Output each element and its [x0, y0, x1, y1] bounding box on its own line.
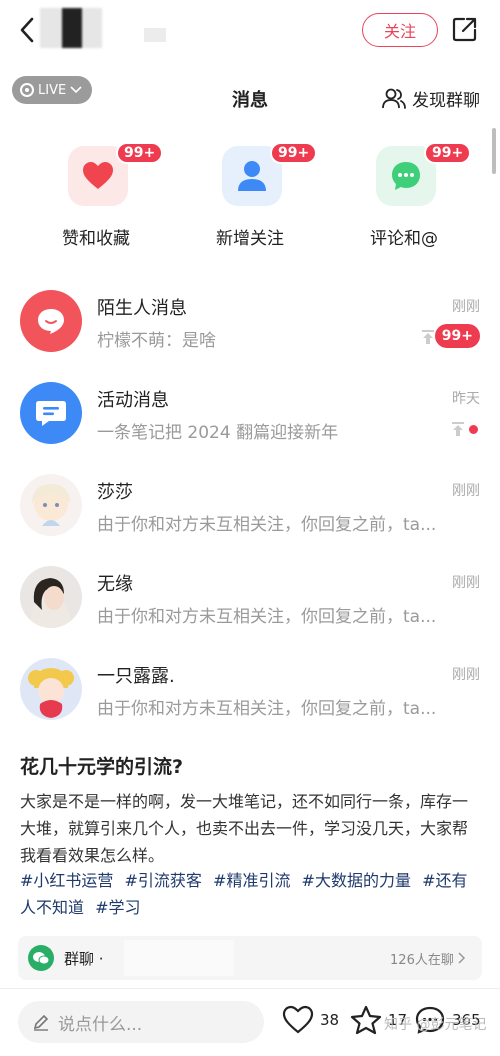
- like-count: 38: [320, 1011, 340, 1029]
- heart-outline-icon: [282, 1005, 314, 1034]
- tile-label: 评论和@: [370, 229, 438, 249]
- scrollbar[interactable]: [492, 128, 496, 174]
- hashtag[interactable]: #精准引流: [213, 871, 290, 890]
- avatar[interactable]: [20, 566, 82, 628]
- pin-top-icon: [452, 422, 464, 436]
- chevron-right-icon: [458, 952, 466, 964]
- conversation-preview: 由于你和对方未互相关注，你回复之前，ta...: [97, 607, 437, 627]
- tile-new-followers[interactable]: 99+ 新增关注: [190, 142, 318, 254]
- top-bar: 关注: [0, 0, 500, 62]
- unread-badge: 99+: [434, 324, 480, 348]
- conversation-time: 刚刚: [452, 299, 480, 315]
- comment-placeholder: 说点什么...: [58, 1014, 143, 1035]
- comment-input[interactable]: 说点什么...: [18, 1001, 264, 1043]
- watermark: 知乎 @彭元笔记: [384, 1017, 487, 1033]
- group-count-text: 126人在聊: [390, 953, 454, 968]
- activity-message-icon: [20, 382, 82, 444]
- conversation-name: 无缘: [97, 574, 133, 595]
- post-tags: #小红书运营 #引流获客 #精准引流 #大数据的力量 #还有人不知道 #学习: [20, 867, 482, 921]
- avatar[interactable]: [20, 474, 82, 536]
- conversation-row[interactable]: 陌生人消息 柠檬不萌：是啥 刚刚 99+: [0, 290, 500, 382]
- unread-dot: [469, 425, 478, 434]
- hashtag[interactable]: #小红书运营: [20, 871, 113, 890]
- star-outline-icon: [350, 1005, 382, 1035]
- tile-comments[interactable]: 99+ 评论和@: [344, 142, 472, 254]
- conversation-preview: 柠檬不萌：是啥: [97, 331, 216, 351]
- group-count: 126人在聊: [390, 949, 466, 968]
- conversation-time: 刚刚: [452, 667, 480, 683]
- conversation-time: 刚刚: [452, 483, 480, 499]
- discover-label: 发现群聊: [412, 91, 480, 111]
- conversation-row[interactable]: 活动消息 一条笔记把 2024 翻篇迎接新年 昨天: [0, 382, 500, 474]
- follow-button[interactable]: 关注: [362, 13, 438, 47]
- tile-badge: 99+: [424, 142, 472, 164]
- conversation-time: 刚刚: [452, 575, 480, 591]
- conversation-name: 陌生人消息: [97, 298, 187, 319]
- back-arrow-icon[interactable]: [14, 14, 42, 46]
- author-name-blurred: [144, 28, 166, 42]
- conversation-row[interactable]: 莎莎 由于你和对方未互相关注，你回复之前，ta... 刚刚: [0, 474, 500, 566]
- author-avatar-blurred[interactable]: [40, 8, 102, 48]
- post-body: 大家是不是一样的啊，发一大堆笔记，还不如同行一条，库存一大堆，就算引来几个人，也…: [20, 792, 469, 865]
- conversation-name: 一只露露.: [97, 666, 175, 687]
- share-icon[interactable]: [452, 16, 478, 42]
- discover-groups-button[interactable]: 发现群聊: [382, 86, 480, 111]
- avatar[interactable]: [20, 658, 82, 720]
- stranger-message-icon: [20, 290, 82, 352]
- like-button[interactable]: 38: [282, 1005, 339, 1035]
- conversation-name: 莎莎: [97, 482, 133, 503]
- tile-likes[interactable]: 99+ 赞和收藏: [36, 142, 164, 254]
- tile-label: 新增关注: [216, 229, 284, 249]
- group-label: 群聊 ·: [64, 950, 104, 968]
- conversation-row[interactable]: 一只露露. 由于你和对方未互相关注，你回复之前，ta... 刚刚: [0, 658, 500, 750]
- group-chat-card[interactable]: 群聊 · 126人在聊: [18, 936, 482, 980]
- hashtag[interactable]: #学习: [95, 898, 140, 917]
- conversation-preview: 由于你和对方未互相关注，你回复之前，ta...: [97, 515, 437, 535]
- post-title: 花几十元学的引流?: [20, 756, 184, 778]
- hashtag[interactable]: #引流获客: [125, 871, 202, 890]
- tile-badge: 99+: [270, 142, 318, 164]
- tile-badge: 99+: [116, 142, 164, 164]
- tile-label: 赞和收藏: [62, 229, 130, 249]
- people-icon: [382, 88, 406, 109]
- conversation-name: 活动消息: [97, 390, 169, 411]
- conversation-time: 昨天: [452, 391, 480, 407]
- pin-top-icon: [422, 330, 434, 344]
- conversation-preview: 一条笔记把 2024 翻篇迎接新年: [97, 423, 339, 443]
- conversation-row[interactable]: 无缘 由于你和对方未互相关注，你回复之前，ta... 刚刚: [0, 566, 500, 658]
- wechat-icon: [28, 945, 54, 971]
- group-name-blurred: [124, 940, 234, 976]
- pencil-icon: [33, 1014, 49, 1031]
- hashtag[interactable]: #大数据的力量: [302, 871, 411, 890]
- conversation-preview: 由于你和对方未互相关注，你回复之前，ta...: [97, 699, 437, 719]
